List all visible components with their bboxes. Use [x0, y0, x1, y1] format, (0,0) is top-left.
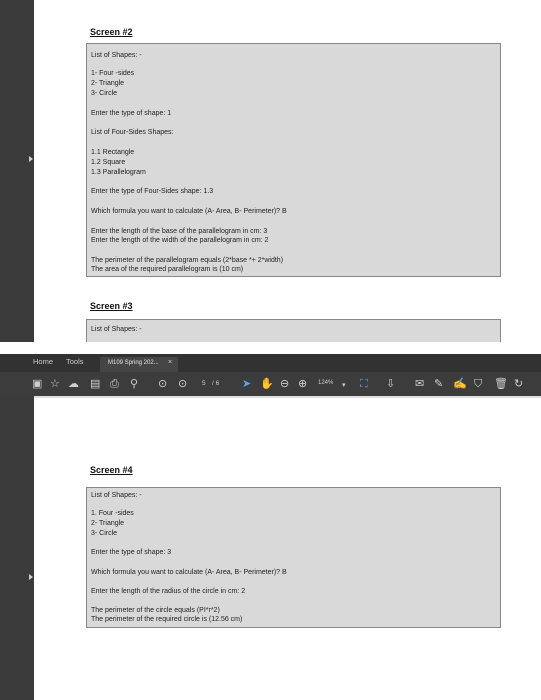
screen4-line: Enter the type of shape: 3: [91, 549, 172, 556]
zoom-in-icon[interactable]: ⊕: [298, 377, 307, 391]
screen2-line: List of Four-Sides Shapes:: [91, 129, 174, 136]
hand-tool-icon[interactable]: ✋: [260, 377, 274, 391]
screen4-line: Enter the length of the radius of the ci…: [91, 588, 246, 595]
navigation-pane-bottom: [0, 398, 34, 700]
expand-pane-arrow-icon[interactable]: [29, 574, 33, 580]
screen2-line: 3- Circle: [91, 90, 118, 97]
print-icon[interactable]: ⎙: [110, 377, 119, 391]
screen2-line: Enter the length of the width of the par…: [91, 237, 269, 244]
screen4-line: 2- Triangle: [91, 520, 125, 527]
create-pdf-icon[interactable]: ▤: [90, 377, 100, 391]
rotate-icon[interactable]: ↻: [514, 377, 523, 391]
search-icon[interactable]: ⚲: [130, 377, 138, 391]
screen4-line: 3- Circle: [91, 530, 118, 537]
tool-row: ▣ ☆ ☁ ▤ ⎙ ⚲ ⊙ ⊙ 5 / 6 ➤ ✋ ⊖ ⊕ 124% ▾ ⛶ ⇩…: [0, 372, 541, 398]
screen2-output-box: List of Shapes: - 1- Four -sides 2- Tria…: [86, 43, 501, 277]
pdf-viewer-toolbar: Home Tools M109 Spring 202... × ▣ ☆ ☁ ▤ …: [0, 354, 541, 398]
sign-icon[interactable]: ✍: [453, 377, 467, 391]
screen2-line: 1.1 Rectangle: [91, 149, 135, 156]
menu-bar: Home Tools M109 Spring 202... ×: [0, 354, 541, 372]
screen3-output-box: List of Shapes: -: [86, 319, 501, 343]
screen2-line: Enter the length of the base of the para…: [91, 228, 268, 235]
screen2-line: Which formula you want to calculate (A- …: [91, 208, 287, 215]
screen2-line: List of Shapes: -: [91, 52, 142, 59]
save-icon[interactable]: ▣: [32, 377, 42, 391]
screen3-heading: Screen #3: [90, 301, 133, 311]
screen2-line: 1.2 Square: [91, 159, 126, 166]
document-tab[interactable]: M109 Spring 202... ×: [100, 357, 178, 372]
zoom-dropdown-icon[interactable]: ▾: [342, 379, 346, 393]
bookmark-star-icon[interactable]: ☆: [50, 377, 60, 391]
screen2-line: 1.3 Parallelogram: [91, 169, 146, 176]
menu-home[interactable]: Home: [33, 357, 53, 366]
fit-page-icon[interactable]: ⛶: [360, 377, 368, 391]
page-gap: [0, 342, 541, 354]
highlight-pen-icon[interactable]: ✎: [434, 377, 443, 391]
screen2-line: Enter the type of shape: 1: [91, 110, 172, 117]
page-total: / 6: [212, 380, 220, 387]
screen4-line: The perimeter of the circle equals (PI*r…: [91, 607, 220, 614]
navigation-pane-top: [0, 0, 34, 342]
screen4-line: The perimeter of the required circle is …: [91, 616, 243, 623]
scrolling-mode-icon[interactable]: ⇩: [386, 377, 395, 391]
screen4-line: List of Shapes: -: [91, 492, 142, 499]
upload-cloud-icon[interactable]: ☁: [68, 377, 79, 391]
delete-icon[interactable]: 🗑: [494, 377, 508, 391]
screen4-line: 1. Four -sides: [91, 510, 134, 517]
expand-pane-arrow-icon[interactable]: [29, 156, 33, 162]
screen2-line: The perimeter of the parallelogram equal…: [91, 257, 284, 264]
zoom-out-icon[interactable]: ⊖: [280, 377, 289, 391]
screen2-line: 2- Triangle: [91, 80, 125, 87]
screen3-line: List of Shapes: -: [91, 326, 142, 333]
comment-icon[interactable]: ✉: [415, 377, 424, 391]
document-tab-label: M109 Spring 202...: [108, 360, 159, 366]
screen2-line: Enter the type of Four-Sides shape: 1.3: [91, 188, 214, 195]
select-cursor-icon[interactable]: ➤: [242, 377, 251, 391]
screen4-line: Which formula you want to calculate (A- …: [91, 569, 287, 576]
screen2-line: The area of the required parallelogram i…: [91, 266, 244, 273]
screen2-line: 1- Four -sides: [91, 70, 135, 77]
stamp-icon[interactable]: ⛉: [474, 377, 482, 391]
close-tab-icon[interactable]: ×: [168, 359, 172, 366]
screen4-output-box: List of Shapes: - 1. Four -sides 2- Tria…: [86, 487, 501, 628]
screen4-heading: Screen #4: [90, 465, 133, 475]
screen2-heading: Screen #2: [90, 27, 133, 37]
current-page[interactable]: 5: [202, 380, 206, 387]
previous-page-icon[interactable]: ⊙: [158, 377, 167, 391]
next-page-icon[interactable]: ⊙: [178, 377, 187, 391]
menu-tools[interactable]: Tools: [66, 357, 84, 366]
zoom-level[interactable]: 124%: [318, 380, 333, 386]
